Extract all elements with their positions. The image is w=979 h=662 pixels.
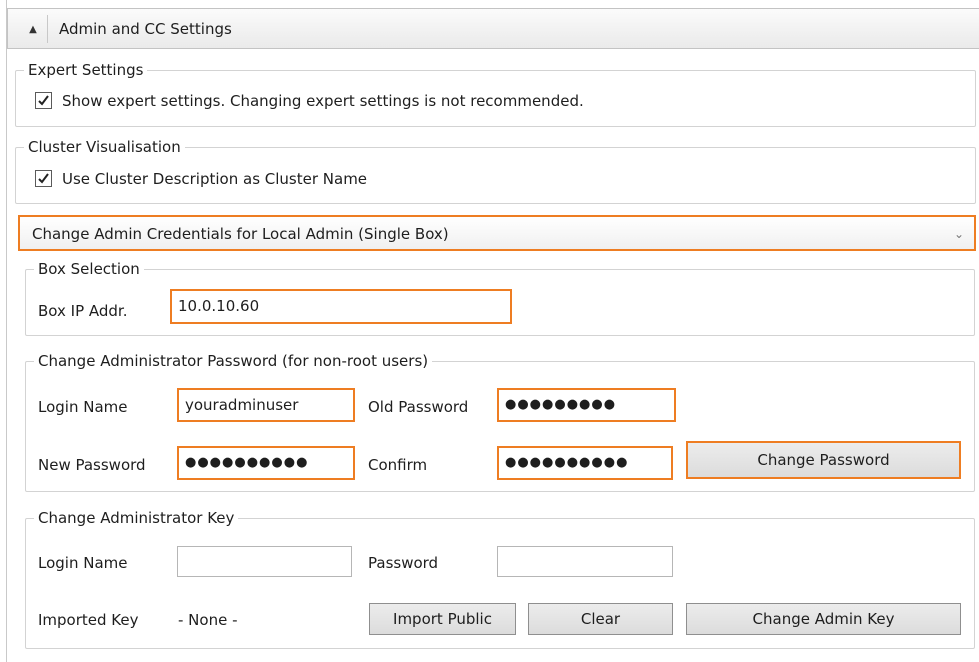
change-password-legend: Change Administrator Password (for non-r…	[38, 352, 429, 370]
clear-button[interactable]: Clear	[528, 603, 673, 635]
triangle-up-icon[interactable]: ▲	[22, 21, 44, 39]
confirm-label: Confirm	[368, 456, 428, 474]
change-key-legend: Change Administrator Key	[38, 509, 235, 527]
box-selection-legend: Box Selection	[38, 260, 140, 278]
key-login-name-label: Login Name	[38, 554, 128, 572]
box-ip-input[interactable]: 10.0.10.60	[170, 289, 512, 324]
checkmark-icon	[38, 95, 49, 106]
section-header[interactable]: ▲ Admin and CC Settings	[7, 8, 979, 49]
checkmark-icon	[38, 173, 49, 184]
credentials-mode-dropdown[interactable]: Change Admin Credentials for Local Admin…	[18, 215, 976, 251]
new-password-input[interactable]: ●●●●●●●●●●	[177, 446, 355, 480]
imported-key-value: - None -	[178, 611, 238, 629]
key-login-name-input[interactable]	[177, 546, 352, 577]
change-admin-key-button[interactable]: Change Admin Key	[686, 603, 961, 635]
old-password-label: Old Password	[368, 398, 469, 416]
expert-settings-label[interactable]: Show expert settings. Changing expert se…	[62, 91, 584, 111]
imported-key-label: Imported Key	[38, 611, 139, 629]
key-password-label: Password	[368, 554, 439, 572]
cluster-description-checkbox[interactable]	[35, 170, 52, 187]
login-name-input[interactable]: youradminuser	[177, 388, 355, 422]
new-password-label: New Password	[38, 456, 146, 474]
old-password-input[interactable]: ●●●●●●●●●	[497, 388, 676, 422]
box-ip-label: Box IP Addr.	[38, 302, 128, 320]
change-password-button[interactable]: Change Password	[686, 441, 961, 479]
chevron-down-icon[interactable]: ⌄	[954, 225, 964, 243]
header-separator	[47, 15, 48, 43]
confirm-password-input[interactable]: ●●●●●●●●●●	[497, 446, 673, 480]
expert-settings-checkbox[interactable]	[35, 92, 52, 109]
import-public-button[interactable]: Import Public	[369, 603, 516, 635]
key-password-input[interactable]	[497, 546, 673, 577]
cluster-description-label[interactable]: Use Cluster Description as Cluster Name	[62, 169, 367, 189]
section-title: Admin and CC Settings	[59, 20, 232, 38]
cluster-visualisation-legend: Cluster Visualisation	[28, 138, 181, 156]
expert-settings-legend: Expert Settings	[28, 61, 144, 79]
login-name-label: Login Name	[38, 398, 128, 416]
dropdown-selected-value: Change Admin Credentials for Local Admin…	[32, 225, 449, 243]
